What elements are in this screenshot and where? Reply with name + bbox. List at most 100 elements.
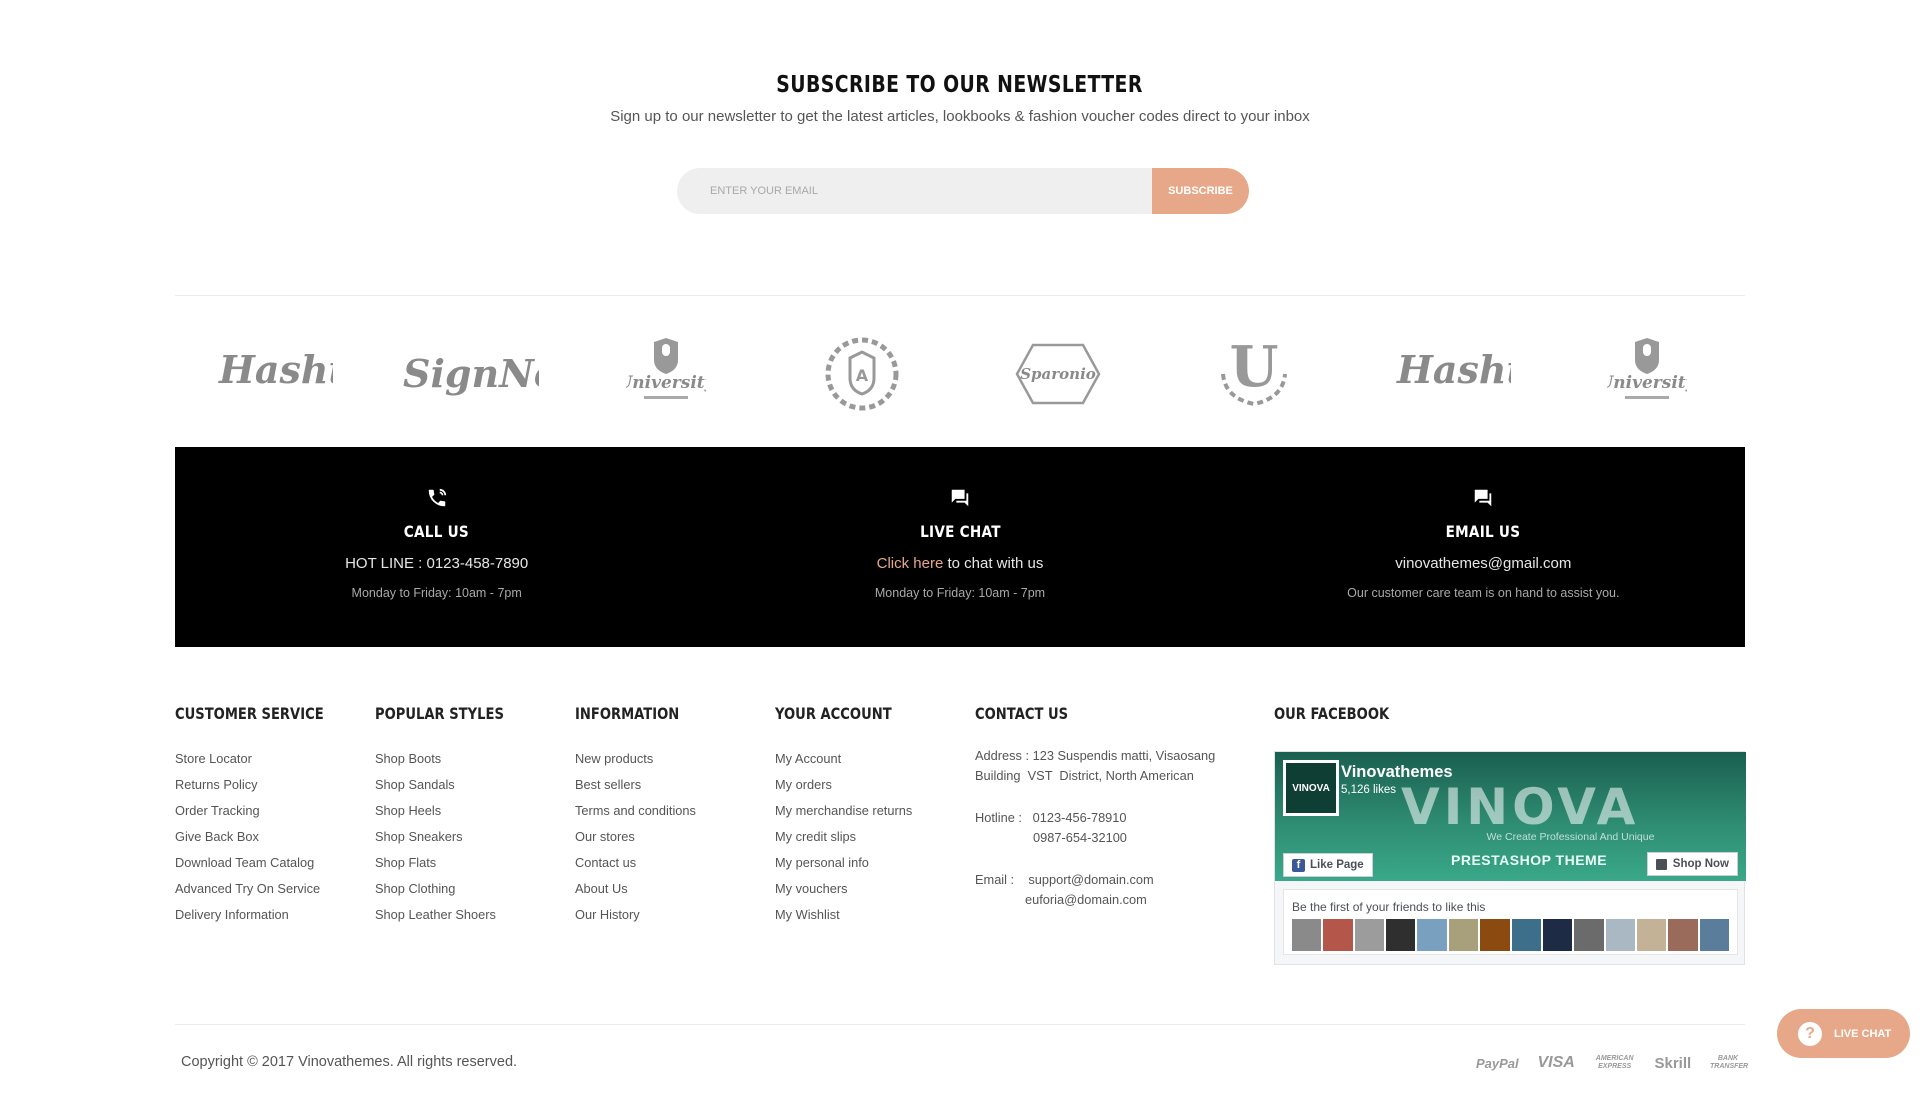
contact-address-line-1: Address : 123 Suspendis matti, Visaosang [975, 748, 1216, 763]
footer-link-shop-flats[interactable]: Shop Flats [375, 850, 532, 876]
footer-link-try-on-service[interactable]: Advanced Try On Service [175, 876, 356, 902]
footer-link-store-locator[interactable]: Store Locator [175, 746, 356, 772]
footer-link-my-account[interactable]: My Account [775, 746, 917, 772]
newsletter-section: SUBSCRIBE TO OUR NEWSLETTER Sign up to o… [0, 72, 1920, 214]
footer-link-order-tracking[interactable]: Order Tracking [175, 798, 356, 824]
email-note: Our customer care team is on hand to ass… [1347, 586, 1620, 600]
question-icon: ? [1798, 1021, 1822, 1046]
brand-logo-hashtag-2[interactable]: Hashtag [1353, 330, 1549, 418]
click-here-link[interactable]: Click here [877, 555, 944, 572]
facebook-friends-box: Be the first of your friends to like thi… [1283, 889, 1738, 955]
contact-band: CALL US HOT LINE : 0123-458-7890 Monday … [175, 447, 1745, 647]
avatar[interactable] [1448, 919, 1479, 951]
support-email[interactable]: vinovathemes@gmail.com [1222, 555, 1745, 572]
live-chat-label: LIVE CHAT [1834, 1027, 1892, 1040]
svg-text:Sparonio: Sparonio [1020, 365, 1096, 383]
facebook-cover-theme: PRESTASHOP THEME [1451, 852, 1608, 868]
footer-link-merchandise-returns[interactable]: My merchandise returns [775, 798, 917, 824]
popular-styles-title: POPULAR STYLES [375, 704, 504, 723]
newsletter-form: SUBSCRIBE [677, 168, 1249, 214]
avatar[interactable] [1605, 919, 1635, 951]
footer-link-give-back-box[interactable]: Give Back Box [175, 824, 356, 850]
avatar[interactable] [1480, 919, 1510, 951]
live-chat-button[interactable]: ? LIVE CHAT [1777, 1009, 1910, 1058]
footer-link-our-stores[interactable]: Our stores [575, 824, 702, 850]
facebook-cover-brand: VINOVA [1401, 778, 1640, 836]
email-us-block: EMAIL US vinovathemes@gmail.com Our cust… [1222, 447, 1745, 647]
brand-logos: Hashtag SignNow University A Sparonio U [175, 330, 1745, 418]
footer-link-about-us[interactable]: About Us [575, 876, 702, 902]
footer-link-my-wishlist[interactable]: My Wishlist [775, 902, 917, 928]
footer-link-terms[interactable]: Terms and conditions [575, 798, 702, 824]
contact-hotline-2: 0987-654-32100 [1033, 830, 1127, 845]
brand-logo-sparonio[interactable]: Sparonio [960, 330, 1156, 418]
facebook-like-count: 5,126 likes [1341, 784, 1396, 796]
contact-email-2: euforia@domain.com [1025, 892, 1147, 907]
brand-logo-university-2[interactable]: University [1549, 330, 1745, 418]
customer-service-column: CUSTOMER SERVICE Store Locator Returns P… [175, 704, 356, 928]
footer-link-personal-info[interactable]: My personal info [775, 850, 917, 876]
footer-link-returns-policy[interactable]: Returns Policy [175, 772, 356, 798]
live-chat-title: LIVE CHAT [919, 522, 1001, 541]
facebook-page-name[interactable]: Vinovathemes [1341, 763, 1453, 782]
svg-text:University: University [1607, 373, 1687, 393]
avatar[interactable] [1574, 919, 1604, 951]
footer-link-shop-boots[interactable]: Shop Boots [375, 746, 532, 772]
email-us-title: EMAIL US [1445, 522, 1521, 541]
svg-text:University: University [626, 373, 706, 393]
footer-link-shop-sandals[interactable]: Shop Sandals [375, 772, 532, 798]
avatar[interactable] [1354, 919, 1385, 951]
avatar[interactable] [1292, 919, 1322, 951]
call-us-block: CALL US HOT LINE : 0123-458-7890 Monday … [175, 447, 698, 647]
popular-styles-column: POPULAR STYLES Shop Boots Shop Sandals S… [375, 704, 532, 928]
footer-link-shop-sneakers[interactable]: Shop Sneakers [375, 824, 532, 850]
footer-link-my-orders[interactable]: My orders [775, 772, 917, 798]
footer-link-best-sellers[interactable]: Best sellers [575, 772, 702, 798]
brand-logo-signnow[interactable]: SignNow [371, 330, 567, 418]
footer-link-shop-heels[interactable]: Shop Heels [375, 798, 532, 824]
footer-link-credit-slips[interactable]: My credit slips [775, 824, 917, 850]
skrill-logo: Skrill [1654, 1054, 1692, 1072]
visa-logo: VISA [1537, 1054, 1575, 1071]
avatar[interactable] [1417, 919, 1447, 951]
footer-link-delivery-information[interactable]: Delivery Information [175, 902, 356, 928]
facebook-f-icon: f [1292, 858, 1305, 872]
facebook-title: OUR FACEBOOK [1274, 704, 1390, 723]
footer-link-contact-us[interactable]: Contact us [575, 850, 702, 876]
facebook-cover-tagline: We Create Professional And Unique [1486, 831, 1655, 843]
facebook-cover[interactable]: VINOVA VINOVA Vinovathemes 5,126 likes W… [1275, 752, 1746, 881]
svg-text:U: U [1230, 334, 1279, 400]
svg-text:Hashtag: Hashtag [1396, 347, 1511, 392]
svg-text:Hashtag: Hashtag [218, 347, 333, 392]
footer-link-shop-clothing[interactable]: Shop Clothing [375, 876, 532, 902]
avatar[interactable] [1511, 919, 1541, 951]
avatar[interactable] [1323, 919, 1353, 951]
avatar[interactable] [1636, 919, 1667, 951]
avatar[interactable] [1699, 919, 1730, 951]
brand-logo-hashtag[interactable]: Hashtag [175, 330, 371, 418]
facebook-page-logo[interactable]: VINOVA [1283, 760, 1339, 816]
avatar[interactable] [1542, 919, 1573, 951]
brand-logo-u[interactable]: U [1156, 330, 1352, 418]
brand-logo-crest-a[interactable]: A [764, 330, 960, 418]
newsletter-email-input[interactable] [677, 168, 1153, 214]
footer-link-download-catalog[interactable]: Download Team Catalog [175, 850, 356, 876]
newsletter-subtitle: Sign up to our newsletter to get the lat… [610, 108, 1310, 125]
footer-link-our-history[interactable]: Our History [575, 902, 702, 928]
brand-logo-university[interactable]: University [568, 330, 764, 418]
facebook-like-page-button[interactable]: f Like Page [1283, 853, 1373, 877]
chat-icon [951, 489, 969, 507]
footer-link-new-products[interactable]: New products [575, 746, 702, 772]
your-account-title: YOUR ACCOUNT [775, 704, 892, 723]
call-hours: Monday to Friday: 10am - 7pm [351, 586, 522, 600]
subscribe-button[interactable]: SUBSCRIBE [1152, 168, 1249, 214]
footer-link-my-vouchers[interactable]: My vouchers [775, 876, 917, 902]
facebook-shop-now-button[interactable]: Shop Now [1646, 852, 1738, 876]
avatar[interactable] [1668, 919, 1698, 951]
contact-details: Address : 123 Suspendis matti, Visaosang… [975, 746, 1215, 910]
avatar[interactable] [1386, 919, 1416, 951]
copyright-text: Copyright © 2017 Vinovathemes. All right… [181, 1054, 518, 1070]
your-account-links: My Account My orders My merchandise retu… [775, 746, 917, 928]
footer-link-shop-leather-shoers[interactable]: Shop Leather Shoers [375, 902, 532, 928]
chat-hours: Monday to Friday: 10am - 7pm [874, 586, 1046, 600]
